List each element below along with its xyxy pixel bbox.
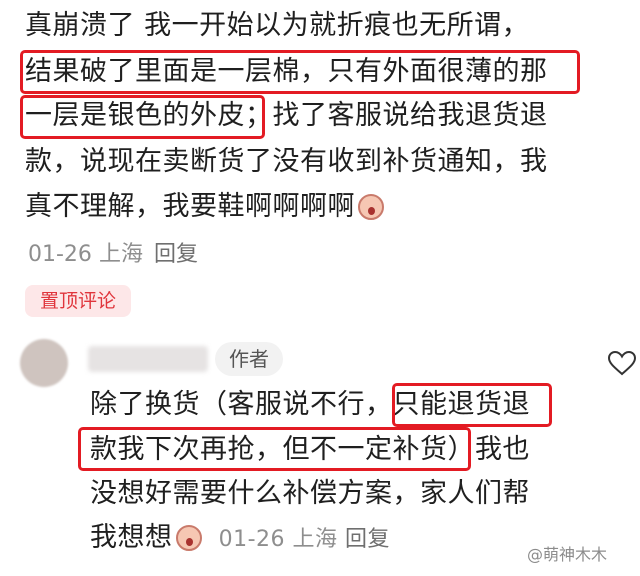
crying-face-icon [358, 194, 384, 220]
author-name-blurred[interactable] [88, 346, 208, 372]
watermark: @萌神木木 [527, 545, 608, 564]
avatar[interactable] [20, 339, 68, 387]
pinned-badge: 置顶评论 [25, 285, 131, 317]
highlight-box [78, 427, 471, 471]
heart-icon[interactable] [607, 350, 637, 376]
comment-line-4: 款，说现在卖断货了没有收到补货通知，我 [25, 146, 548, 177]
highlight-box [392, 383, 552, 427]
reply-meta: 01-26 上海 回复 [219, 527, 390, 552]
comment-date: 01-26 [28, 242, 92, 267]
reply-line-4-text: 我想想 [90, 522, 173, 553]
author-badge: 作者 [215, 342, 283, 376]
comment-location: 上海 [98, 242, 143, 267]
reply-line-3: 没想好需要什么补偿方案，家人们帮 [90, 478, 530, 509]
reply-location: 上海 [292, 527, 338, 552]
comment-line-1: 真崩溃了 我一开始以为就折痕也无所谓， [25, 10, 530, 41]
reply-link[interactable]: 回复 [154, 242, 198, 267]
comment-line-5: 真不理解，我要鞋啊啊啊啊 [25, 189, 384, 225]
highlight-box [20, 50, 580, 94]
highlight-box [20, 95, 265, 139]
reply-date: 01-26 [218, 527, 286, 552]
reply-link[interactable]: 回复 [345, 527, 390, 552]
comment-meta: 01-26 上海 回复 [28, 236, 198, 268]
crying-face-icon [175, 525, 202, 551]
reply-line-4: 我想想 01-26 上海 回复 [90, 520, 390, 558]
comment-line-5-text: 真不理解，我要鞋啊啊啊啊 [25, 191, 355, 222]
